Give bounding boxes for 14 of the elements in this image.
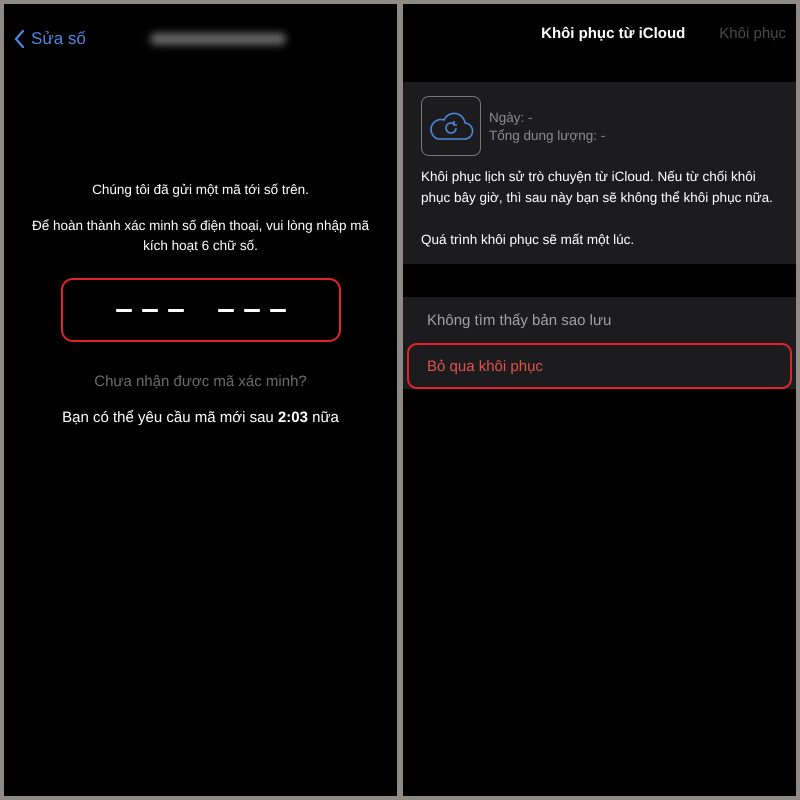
option-item[interactable]: Không tìm thấy bản sao lưu [407,297,792,343]
screen-title: Khôi phục từ iCloud [541,24,686,42]
back-icon [14,29,25,49]
instruction-text: Để hoàn thành xác minh số điện thoại, vui lòng nhập mã kích hoạt 6 chữ số. [31,217,370,255]
backup-date: Ngày: - [489,110,534,124]
countdown-text: Bạn có thể yêu cầu mã mới sau 2:03 nữa [62,409,339,426]
back-button[interactable]: Sửa số [14,29,86,49]
sent-message: Chúng tôi đã gửi một mã tới số trên. [92,181,309,199]
code-field[interactable] [60,278,340,342]
cloud-icon [421,96,481,156]
description-text: Khôi phục lịch sử trò chuyện từ iCloud. Nếu từ chối khôi phục bây giờ, thì sau này bạn sẽ không thể khôi phục nữa. [421,168,774,207]
option-item[interactable]: Bỏ qua khôi phục [407,343,792,389]
backup-size: Tổng dung lượng: - [489,128,606,142]
description-text: Quá trình khôi phục sẽ mất một lúc. [421,231,636,249]
